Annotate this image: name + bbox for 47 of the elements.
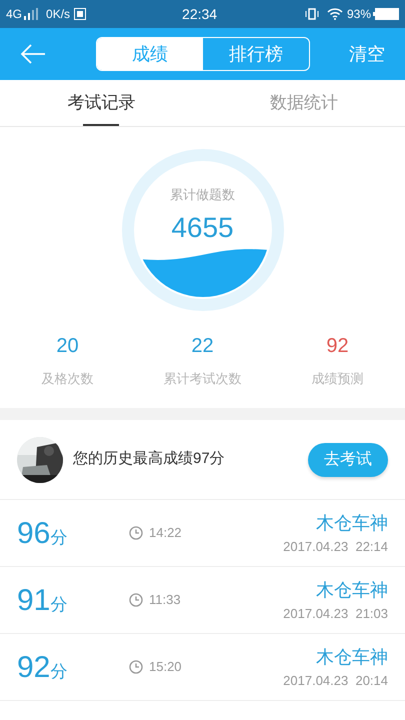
user-name: 木仓车神 [316,578,388,602]
stat-value: 92 [326,334,349,359]
record-row[interactable]: 91分 11:33 木仓车神 2017.04.23 21:03 [0,567,405,634]
speed-label: 0K/s [46,6,70,23]
score-unit: 分 [50,526,68,548]
score-value: 91 [17,582,50,618]
score-value: 92 [17,650,50,686]
record-row[interactable]: 96分 14:22 木仓车神 2017.04.23 22:14 [0,500,405,567]
score-unit: 分 [50,594,68,616]
back-arrow-icon[interactable] [20,44,46,64]
total-questions-value: 4655 [171,210,234,244]
signal-icon [24,8,38,20]
stat-value: 20 [56,334,79,359]
clear-button[interactable]: 清空 [349,40,385,68]
stat-label: 及格次数 [42,370,94,388]
tab[interactable]: 数据统计 [202,80,405,126]
score-unit: 分 [50,660,68,682]
wifi-icon [326,8,343,20]
record-date: 2017.04.23 21:03 [283,604,388,623]
user-name: 木仓车神 [316,512,388,535]
network-label: 4G [6,6,22,23]
vibrate-icon [304,8,319,20]
duration-text: 14:22 [149,524,182,542]
stat-label: 累计考试次数 [164,370,242,388]
record-date: 2017.04.23 22:14 [283,538,388,556]
tab-indicator [83,124,120,126]
duration-text: 15:20 [149,658,182,676]
segment-tab[interactable]: 成绩 [97,38,203,70]
segment-tab[interactable]: 排行榜 [203,38,309,70]
clock-icon [129,526,143,540]
battery-percent: 93% [346,6,371,23]
take-exam-button[interactable]: 去考试 [308,442,388,476]
clock-time: 22:34 [182,4,218,24]
notification-icon [74,8,86,20]
stat-value: 22 [191,334,214,359]
total-questions-label: 累计做题数 [170,186,235,204]
score-value: 96 [17,516,50,552]
record-row[interactable]: 92分 15:20 木仓车神 2017.04.23 20:14 [0,634,405,701]
best-score-text: 您的历史最高成绩97分 [73,449,225,470]
battery-icon [373,8,399,20]
clock-icon [129,660,143,674]
record-date: 2017.04.23 20:14 [283,672,388,690]
tab[interactable]: 考试记录 [0,80,202,126]
duration-text: 11:33 [149,591,181,610]
clock-icon [129,593,143,607]
user-name: 木仓车神 [316,646,388,669]
stat-label: 成绩预测 [312,370,364,388]
